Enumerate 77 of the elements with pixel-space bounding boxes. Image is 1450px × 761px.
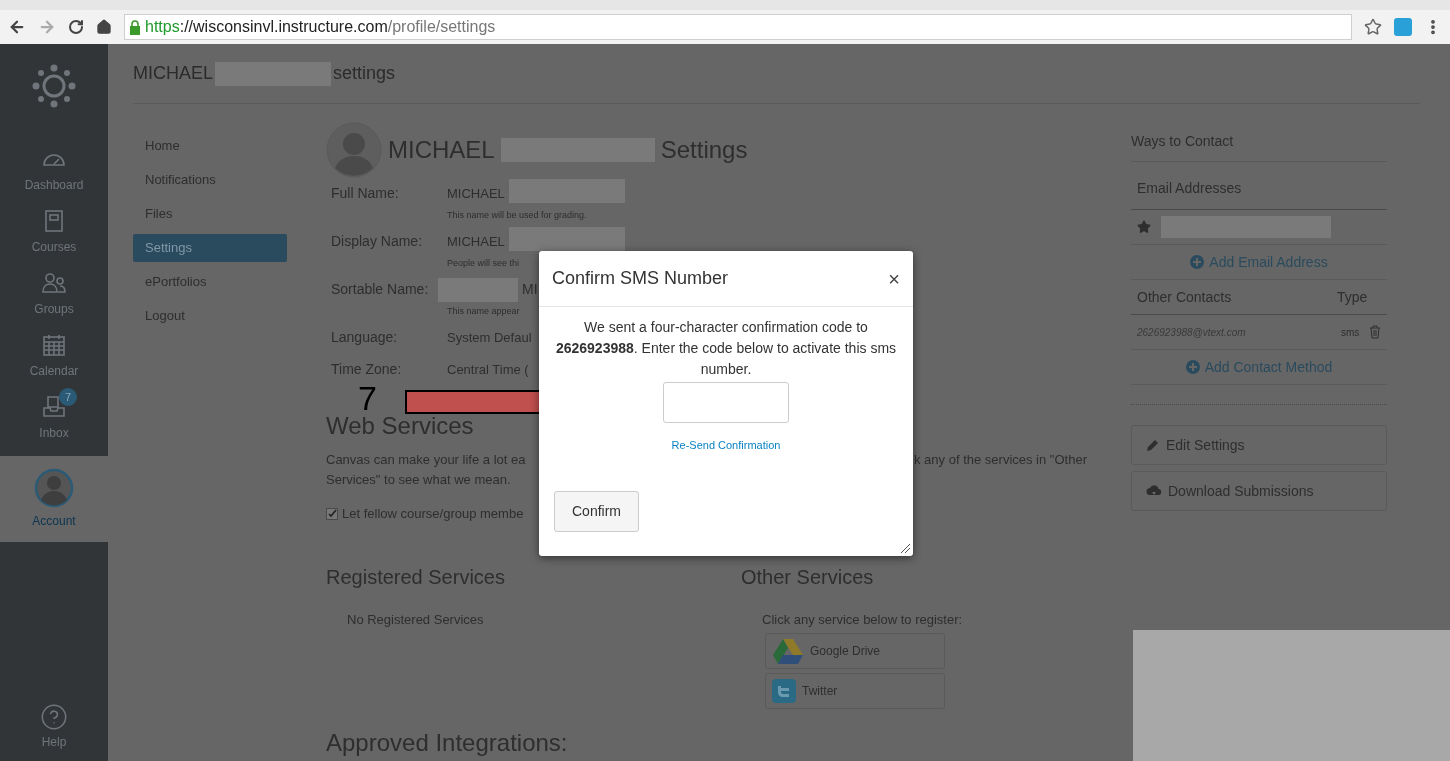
field-label: Language: xyxy=(330,328,399,347)
avatar-icon xyxy=(34,468,74,508)
inbox-icon xyxy=(41,394,67,420)
panel-title: Ways to Contact xyxy=(1131,122,1387,162)
service-button[interactable]: Google Drive xyxy=(765,633,945,669)
page-title: MICHAEL xyxy=(133,62,213,85)
help-icon xyxy=(40,703,68,731)
bird-logo-icon xyxy=(772,679,796,703)
reload-icon[interactable] xyxy=(68,19,84,35)
submenu-item[interactable]: Logout xyxy=(133,302,287,330)
field-label: Time Zone: xyxy=(330,360,403,379)
field-value: Central Time ( xyxy=(447,360,529,379)
nav-item[interactable]: Groups xyxy=(0,262,108,324)
star-icon xyxy=(1137,220,1151,234)
resize-handle-icon xyxy=(900,543,910,553)
section-heading: Other Services xyxy=(741,564,874,590)
profile-name: MICHAEL xyxy=(388,135,495,165)
logo-icon xyxy=(32,64,76,108)
cloud-download-icon xyxy=(1146,484,1162,498)
paragraph-text: Services" to see what we mean. xyxy=(326,471,511,489)
plus-circle-icon xyxy=(1185,360,1200,374)
table-header: Email Addresses xyxy=(1131,162,1387,210)
submenu-item[interactable]: Settings xyxy=(133,234,287,262)
unread-badge: 7 xyxy=(59,388,77,406)
table-header: Other Contacts xyxy=(1137,287,1233,307)
nav-item[interactable]: Dashboard xyxy=(0,138,108,200)
nav-item[interactable]: Account xyxy=(0,456,108,542)
action-button[interactable]: Download Submissions xyxy=(1131,471,1387,511)
nav-item[interactable]: Calendar xyxy=(0,324,108,386)
profile-name: Settings xyxy=(660,135,748,165)
lock-icon xyxy=(129,19,141,35)
hint-text: Click any service below to register: xyxy=(762,610,963,629)
address-bar[interactable]: https://wisconsinvl.instructure.com/profile/settings xyxy=(124,14,1352,40)
step-number: 7 xyxy=(358,382,377,414)
paragraph-text: Canvas can make your life a lot ea xyxy=(326,451,527,469)
code-input-field[interactable] xyxy=(663,382,789,423)
star-icon[interactable] xyxy=(1364,18,1382,36)
pencil-icon xyxy=(1146,438,1160,452)
empty-text: No Registered Services xyxy=(347,610,484,629)
nav-item[interactable]: Courses xyxy=(0,200,108,262)
action-button[interactable]: Edit Settings xyxy=(1131,425,1387,465)
triangle-logo-icon xyxy=(772,638,804,664)
field-value: System Defaul xyxy=(447,328,532,347)
avatar-icon xyxy=(326,122,382,178)
back-icon[interactable] xyxy=(8,18,26,36)
confirm-button[interactable]: Confirm xyxy=(554,490,639,532)
submenu-item[interactable]: ePortfolios xyxy=(133,268,287,296)
field-label: Display Name: xyxy=(330,232,424,251)
field-label: Full Name: xyxy=(330,184,400,203)
submenu-item[interactable]: Files xyxy=(133,200,287,228)
field-value: MICHAEL xyxy=(447,184,505,203)
people-icon xyxy=(41,270,67,296)
section-heading: Web Services xyxy=(326,412,474,440)
section-heading: Approved Integrations: xyxy=(326,728,568,758)
home-icon[interactable] xyxy=(96,19,112,35)
section-heading: Registered Services xyxy=(326,564,505,590)
calendar-icon xyxy=(41,332,67,358)
dialog-title: Confirm SMS Number xyxy=(552,267,729,290)
field-value: MICHAEL xyxy=(447,232,505,251)
nav-item[interactable]: 7 Inbox xyxy=(0,386,108,448)
add-link[interactable]: Add Contact Method xyxy=(1131,350,1387,385)
page-title: settings xyxy=(333,62,396,85)
dialog-message: We sent a four-character confirmation code to 2626923988. Enter the code below to activate this sms number. xyxy=(554,318,898,379)
close-button[interactable]: × xyxy=(888,268,900,289)
field-label: Sortable Name: xyxy=(330,280,430,299)
table-header: Type xyxy=(1337,287,1369,307)
checkbox[interactable] xyxy=(326,507,338,520)
plus-circle-icon xyxy=(1190,255,1205,269)
add-link[interactable]: Add Email Address xyxy=(1131,245,1387,280)
checkbox-label: Let fellow course/group membe xyxy=(342,505,524,523)
help-nav-item[interactable]: Help xyxy=(40,703,68,761)
resend-link[interactable]: Re-Send Confirmation xyxy=(671,437,781,454)
field-value: MI xyxy=(522,280,538,299)
submenu-item[interactable]: Notifications xyxy=(133,166,287,194)
url-text: https://wisconsinvl.instructure.com/profile/settings xyxy=(145,17,496,37)
service-button[interactable]: Twitter xyxy=(765,673,945,709)
submenu-item[interactable]: Home xyxy=(133,132,287,160)
